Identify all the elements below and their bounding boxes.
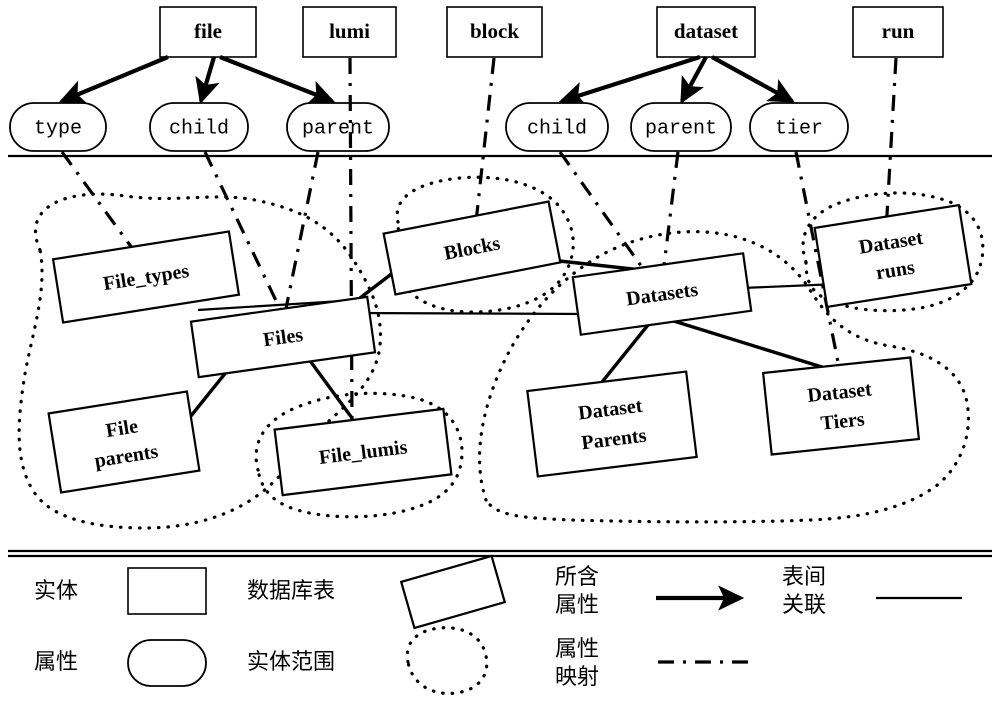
entity-run-label: run <box>882 19 915 43</box>
database-tables: File_types Files File parents File_lumis… <box>47 200 973 497</box>
attribute-dataset-child[interactable]: child <box>505 102 609 152</box>
entity-run[interactable]: run <box>852 6 944 58</box>
table-blocks[interactable]: Blocks <box>382 200 562 296</box>
table-dataset-parents[interactable]: Dataset Parents <box>526 370 698 478</box>
arrow-file-to-child <box>195 56 220 105</box>
arrow-file-to-type <box>58 55 169 104</box>
legend-label-attribute: 属性 <box>34 650 78 675</box>
map-block-to-blocks <box>474 57 496 223</box>
attribute-file-child[interactable]: child <box>149 102 249 152</box>
rel-datasets-dataset-tiers <box>663 316 839 374</box>
legend: 实体 数据库表 所含 属性 表间 关联 属性 实体范围 属性 映射 <box>34 554 962 696</box>
er-mapping-diagram: file lumi block dataset run type child p… <box>8 6 992 696</box>
attribute-file-type[interactable]: type <box>9 102 107 152</box>
legend-symbol-attribute-rounded <box>127 639 207 687</box>
attribute-dataset-parent[interactable]: parent <box>630 102 732 152</box>
attribute-dataset-child-label: child <box>527 117 587 140</box>
entity-boxes: file lumi block dataset run <box>159 6 944 58</box>
entity-block-label: block <box>470 19 519 43</box>
rel-files-datasets <box>359 311 587 316</box>
legend-label-attribute-mapping-line1: 属性 <box>555 637 599 662</box>
table-dataset-tiers-label-line2: Tiers <box>820 408 866 435</box>
legend-label-database-table: 数据库表 <box>247 579 335 604</box>
legend-label-entity-scope: 实体范围 <box>247 650 335 675</box>
entity-block[interactable]: block <box>446 6 543 58</box>
contains-arrows <box>58 54 795 107</box>
legend-label-table-relation-line2: 关联 <box>782 593 826 618</box>
arrow-dataset-to-child <box>558 54 701 107</box>
attribute-file-parent-label: parent <box>302 117 374 140</box>
legend-label-attribute-mapping-line2: 映射 <box>555 665 599 690</box>
attribute-dataset-tier-label: tier <box>775 117 823 140</box>
entity-dataset-label: dataset <box>674 19 738 43</box>
table-file-parents[interactable]: File parents <box>47 390 201 494</box>
attribute-nodes: type child parent child parent tier <box>9 102 849 152</box>
diagram-canvas: file lumi block dataset run type child p… <box>0 0 1000 708</box>
arrow-file-to-parent <box>219 55 336 105</box>
legend-label-entity: 实体 <box>34 579 78 604</box>
map-run-to-dataset-runs <box>884 57 898 233</box>
legend-label-contained-attribute-line1: 所含 <box>555 565 599 590</box>
legend-symbol-entity-rectangle <box>127 567 207 615</box>
table-dataset-runs[interactable]: Dataset runs <box>813 203 973 309</box>
legend-symbol-dotted-loop <box>405 626 489 696</box>
map-file-type-to-file-types <box>60 151 137 253</box>
attribute-file-child-label: child <box>169 117 229 140</box>
table-dataset-tiers[interactable]: Dataset Tiers <box>761 356 921 456</box>
arrow-dataset-to-tier <box>710 55 795 103</box>
attribute-file-type-label: type <box>34 117 82 140</box>
attribute-dataset-tier[interactable]: tier <box>749 102 849 152</box>
legend-label-contained-attribute-line2: 属性 <box>555 593 599 618</box>
legend-symbol-database-table <box>399 554 507 630</box>
attribute-dataset-parent-label: parent <box>645 117 717 140</box>
entity-file-label: file <box>194 19 222 43</box>
legend-label-table-relation-line1: 表间 <box>782 565 826 590</box>
table-file-lumis[interactable]: File_lumis <box>273 407 453 497</box>
map-file-parent-to-files <box>280 151 320 329</box>
legend-divider <box>8 549 992 558</box>
rel-files-file-lumis <box>306 356 354 420</box>
entity-lumi[interactable]: lumi <box>302 6 397 58</box>
entity-dataset[interactable]: dataset <box>656 6 756 58</box>
entity-lumi-label: lumi <box>329 19 370 43</box>
entity-file[interactable]: file <box>159 6 257 58</box>
attribute-file-parent[interactable]: parent <box>286 102 390 152</box>
